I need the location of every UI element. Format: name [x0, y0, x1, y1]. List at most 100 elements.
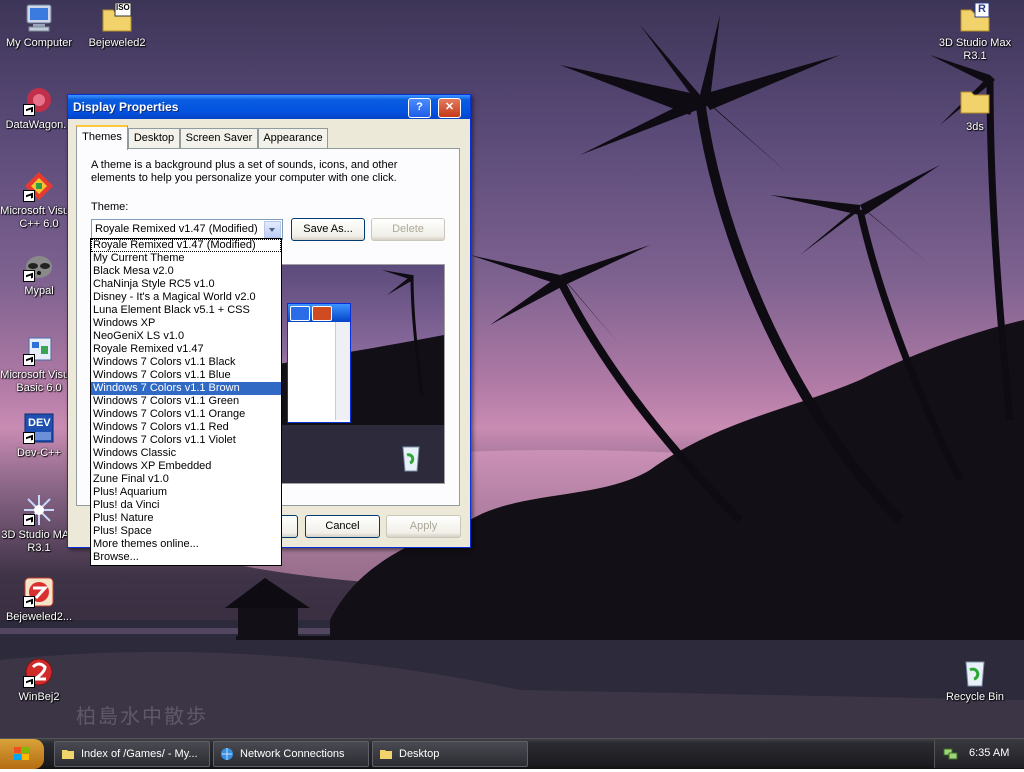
theme-option[interactable]: Windows 7 Colors v1.1 Orange — [91, 408, 281, 421]
datawagon-icon — [23, 84, 55, 116]
desktop-icon-label: Bejeweled2... — [5, 611, 73, 623]
preview-window-titlebar — [288, 304, 350, 322]
visual-basic-icon — [23, 334, 55, 366]
theme-option[interactable]: Windows 7 Colors v1.1 Red — [91, 421, 281, 434]
theme-option[interactable]: Windows XP Embedded — [91, 460, 281, 473]
desktop-icon-3dsmax-folder[interactable]: R 3D Studio Max R3.1 — [936, 2, 1014, 63]
theme-option[interactable]: Royale Remixed v1.47 — [91, 343, 281, 356]
theme-option[interactable]: Disney - It's a Magical World v2.0 — [91, 291, 281, 304]
chevron-down-icon[interactable] — [264, 221, 281, 238]
dev-cpp-icon: DEV — [23, 412, 55, 444]
shortcut-arrow-icon — [23, 104, 35, 116]
windows-logo-icon — [14, 747, 29, 760]
theme-select-value: Royale Remixed v1.47 (Modified) — [95, 223, 258, 235]
tab-themes[interactable]: Themes — [76, 125, 128, 150]
desktop-icon-label: WinBej2 — [18, 691, 60, 703]
theme-option[interactable]: Plus! Space — [91, 525, 281, 538]
recycle-bin-icon — [402, 446, 420, 472]
recycle-bin-icon — [959, 656, 991, 688]
theme-label: Theme: — [91, 201, 129, 213]
theme-description: A theme is a background plus a set of so… — [91, 159, 398, 184]
shortcut-arrow-icon — [23, 676, 35, 688]
close-button[interactable]: ✕ — [438, 98, 461, 118]
theme-option[interactable]: Windows 7 Colors v1.1 Green — [91, 395, 281, 408]
shortcut-arrow-icon — [23, 190, 35, 202]
tab-desktop[interactable]: Desktop — [128, 128, 180, 148]
theme-option[interactable]: More themes online... — [91, 538, 281, 551]
theme-option[interactable]: Luna Element Black v5.1 + CSS — [91, 304, 281, 317]
shortcut-arrow-icon — [23, 354, 35, 366]
theme-select[interactable]: Royale Remixed v1.47 (Modified) — [91, 219, 283, 240]
theme-option[interactable]: Windows XP — [91, 317, 281, 330]
preview-scrollbar — [335, 322, 350, 420]
desktop-icon-my-computer[interactable]: My Computer — [0, 2, 78, 50]
r-badge: R — [978, 3, 986, 15]
visual-cpp-icon — [23, 170, 55, 202]
apply-button[interactable]: Apply — [386, 515, 461, 538]
taskbar-item-label: Index of /Games/ - My... — [81, 748, 198, 760]
help-button[interactable]: ? — [408, 98, 431, 118]
dev-badge: DEV — [28, 417, 51, 429]
tab-appearance[interactable]: Appearance — [258, 128, 328, 148]
taskbar-item-index-of-games[interactable]: Index of /Games/ - My... — [54, 741, 210, 767]
clock: 6:35 AM — [969, 747, 1010, 759]
theme-option[interactable]: ChaNinja Style RC5 v1.0 — [91, 278, 281, 291]
desktop-icon-recycle-bin[interactable]: Recycle Bin — [936, 656, 1014, 704]
theme-dropdown-list[interactable]: Royale Remixed v1.47 (Modified) My Curren… — [90, 238, 282, 566]
cancel-button[interactable]: Cancel — [305, 515, 380, 538]
starburst-icon — [23, 494, 55, 526]
close-icon — [312, 306, 332, 321]
tab-screen-saver[interactable]: Screen Saver — [180, 128, 258, 148]
bejeweled-icon — [23, 576, 55, 608]
taskbar-item-desktop[interactable]: Desktop — [372, 741, 528, 767]
taskbar-item-network-connections[interactable]: Network Connections — [213, 741, 369, 767]
theme-option[interactable]: Zune Final v1.0 — [91, 473, 281, 486]
system-tray: 6:35 AM — [934, 740, 1024, 768]
taskbar-item-label: Desktop — [399, 748, 440, 760]
taskbar: Index of /Games/ - My... Network Connect… — [0, 738, 1024, 769]
iso-badge: ISO — [116, 3, 130, 12]
theme-option[interactable]: Windows 7 Colors v1.1 Violet — [91, 434, 281, 447]
computer-icon — [23, 2, 55, 34]
iso-folder-icon: ISO — [101, 2, 133, 34]
desktop-icon-winbej2[interactable]: WinBej2 — [0, 656, 78, 704]
shortcut-arrow-icon — [23, 514, 35, 526]
raccoon-icon — [23, 250, 55, 282]
taskbar-item-label: Network Connections — [240, 748, 345, 760]
theme-option[interactable]: Plus! Aquarium — [91, 486, 281, 499]
theme-option[interactable]: Browse... — [91, 551, 281, 564]
shortcut-arrow-icon — [23, 596, 35, 608]
theme-option[interactable]: Windows 7 Colors v1.1 Brown — [91, 382, 281, 395]
dialog-titlebar[interactable]: Display Properties ? ✕ — [68, 95, 470, 119]
network-status-icon[interactable] — [943, 747, 959, 761]
network-globe-icon — [221, 748, 233, 760]
desktop-icon-bejeweled2-shortcut[interactable]: Bejeweled2... — [0, 576, 78, 624]
theme-option[interactable]: NeoGeniX LS v1.0 — [91, 330, 281, 343]
folder-icon — [62, 750, 74, 759]
theme-option[interactable]: Royale Remixed v1.47 (Modified) — [91, 239, 281, 252]
desktop-icon-bejeweled2-folder[interactable]: ISO Bejeweled2 — [78, 2, 156, 50]
preview-window — [287, 303, 351, 423]
desktop-icon-label: Recycle Bin — [945, 691, 1005, 703]
dialog-title: Display Properties — [73, 100, 179, 114]
save-as-button[interactable]: Save As... — [291, 218, 365, 241]
desktop-icon-label: Bejeweled2 — [88, 37, 146, 49]
theme-option[interactable]: My Current Theme — [91, 252, 281, 265]
delete-button[interactable]: Delete — [371, 218, 445, 241]
desktop-icon-label: My Computer — [5, 37, 73, 49]
theme-option[interactable]: Black Mesa v2.0 — [91, 265, 281, 278]
folder-icon — [959, 86, 991, 118]
folder-icon — [380, 750, 392, 759]
theme-option[interactable]: Windows 7 Colors v1.1 Blue — [91, 369, 281, 382]
theme-option[interactable]: Plus! Nature — [91, 512, 281, 525]
shortcut-arrow-icon — [23, 432, 35, 444]
wallpaper-watermark: 柏島水中散歩 — [76, 704, 208, 728]
theme-option[interactable]: Plus! da Vinci — [91, 499, 281, 512]
r-folder-icon: R — [959, 2, 991, 34]
desktop-icon-label: 3ds — [966, 121, 984, 133]
desktop-icon-3ds-folder[interactable]: 3ds — [936, 86, 1014, 134]
theme-option[interactable]: Windows Classic — [91, 447, 281, 460]
shortcut-arrow-icon — [23, 270, 35, 282]
theme-option[interactable]: Windows 7 Colors v1.1 Black — [91, 356, 281, 369]
start-button[interactable] — [0, 739, 44, 769]
